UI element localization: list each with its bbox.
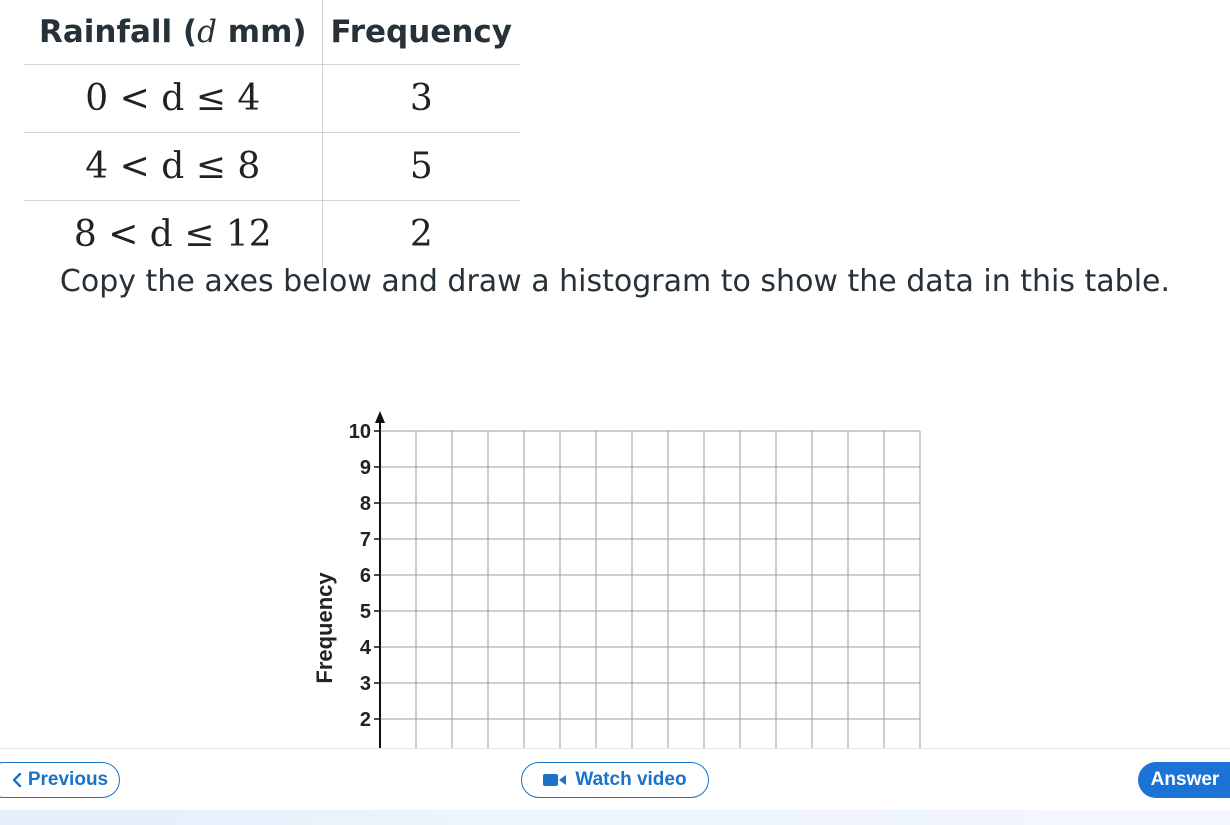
header-frequency: Frequency [321, 0, 520, 65]
video-camera-icon [543, 773, 567, 787]
answer-label: Answer [1150, 769, 1220, 790]
histogram-axes: 10 9 8 7 6 5 4 3 2 Frequency [312, 411, 921, 748]
frequency-cell: 2 [321, 200, 520, 268]
y-axis [374, 411, 385, 748]
y-tick-label: 2 [360, 709, 371, 731]
y-tick-labels: 10 9 8 7 6 5 4 3 2 [349, 421, 372, 731]
answer-button[interactable]: Answer [1138, 762, 1230, 798]
y-tick-label: 6 [360, 565, 371, 587]
watch-video-button[interactable]: Watch video [521, 762, 709, 798]
table-row: 8 < d ≤ 12 2 [24, 200, 520, 268]
rainfall-frequency-table: Rainfall (d mm) Frequency 0 < d ≤ 4 3 4 … [24, 0, 520, 268]
bottom-strip [0, 810, 1230, 825]
interval-cell: 8 < d ≤ 12 [73, 214, 272, 255]
table-row: 4 < d ≤ 8 5 [24, 132, 520, 201]
previous-label: Previous [27, 769, 109, 790]
y-axis-label: Frequency [312, 572, 337, 684]
y-tick-label: 3 [360, 673, 371, 695]
y-tick-label: 4 [360, 637, 372, 659]
chevron-left-icon [12, 772, 22, 788]
table-header-row: Rainfall (d mm) Frequency [24, 0, 520, 65]
y-tick-label: 7 [360, 529, 371, 551]
y-tick-label: 5 [360, 601, 371, 623]
y-tick-label: 10 [349, 421, 371, 443]
frequency-cell: 3 [321, 64, 520, 133]
header-rainfall: Rainfall (d mm) [24, 0, 323, 65]
interval-cell: 4 < d ≤ 8 [24, 132, 323, 201]
watch-video-label: Watch video [575, 769, 687, 790]
frequency-cell: 5 [321, 132, 520, 201]
y-axis-arrow [375, 411, 385, 423]
previous-button[interactable]: Previous [0, 762, 120, 798]
table-row: 0 < d ≤ 4 3 [24, 64, 520, 133]
bottom-nav: Previous Watch video Answer [0, 748, 1230, 811]
question-text: Copy the axes below and draw a histogram… [59, 264, 1171, 299]
grid [380, 430, 921, 748]
y-tick-label: 9 [360, 457, 371, 479]
y-tick-label: 8 [360, 493, 371, 515]
interval-cell: 0 < d ≤ 4 [24, 64, 323, 133]
